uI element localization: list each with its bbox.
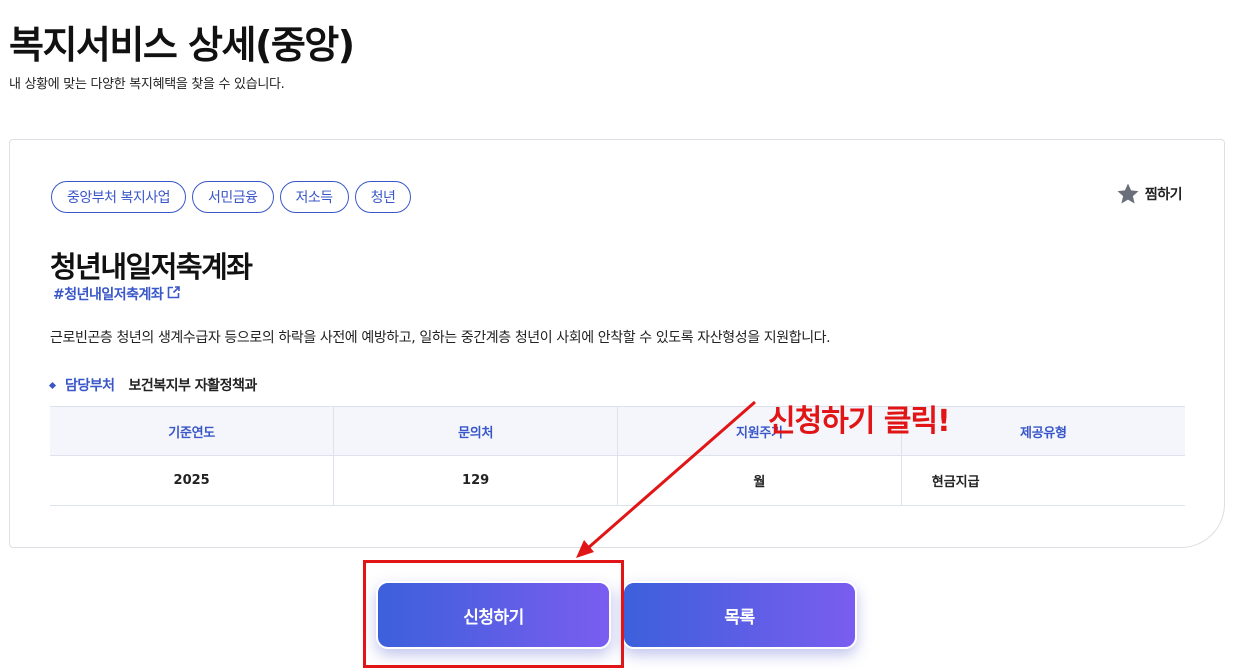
tag-youth[interactable]: 청년 <box>354 181 412 213</box>
service-title: 청년내일저축계좌 <box>50 250 253 284</box>
service-hashtag-link[interactable]: #청년내일저축계좌 <box>53 284 181 304</box>
tag-list: 중앙부처 복지사업 서민금융 저소득 청년 <box>51 181 412 213</box>
cell-base-year: 2025 <box>50 455 334 506</box>
external-link-icon <box>167 285 181 303</box>
page-title: 복지서비스 상세(중앙) <box>9 23 355 67</box>
annotation-text: 신청하기 클릭! <box>768 404 951 439</box>
tag-microfinance[interactable]: 서민금융 <box>192 181 274 213</box>
list-button[interactable]: 목록 <box>622 581 857 649</box>
star-icon <box>1116 182 1140 206</box>
table-header-row: 기준연도 문의처 지원주기 제공유형 <box>50 406 1185 456</box>
table-row: 2025 129 월 현금지급 <box>50 455 1185 506</box>
tag-low-income[interactable]: 저소득 <box>279 181 349 213</box>
annotation-highlight-box <box>363 560 624 668</box>
diamond-bullet-icon <box>48 381 57 389</box>
header-contact: 문의처 <box>333 406 618 456</box>
department-value: 보건복지부 자활정책과 <box>128 378 258 394</box>
service-detail-card: 중앙부처 복지사업 서민금융 저소득 청년 찜하기 청년내일저축계좌 #청년내일… <box>9 139 1225 548</box>
page-subtitle: 내 상황에 맞는 다양한 복지혜택을 찾을 수 있습니다. <box>9 77 285 92</box>
service-info-table: 기준연도 문의처 지원주기 제공유형 2025 129 월 현금지급 <box>50 406 1185 506</box>
department-row: 담당부처 보건복지부 자활정책과 <box>48 375 258 395</box>
tag-central-welfare[interactable]: 중앙부처 복지사업 <box>51 181 186 213</box>
department-label: 담당부처 <box>65 378 115 394</box>
hashtag-text: #청년내일저축계좌 <box>53 287 164 303</box>
favorite-button[interactable]: 찜하기 <box>1116 182 1183 206</box>
cell-support-cycle: 월 <box>617 455 902 506</box>
favorite-label: 찜하기 <box>1144 187 1183 203</box>
header-base-year: 기준연도 <box>50 406 334 456</box>
cell-provision-type: 현금지급 <box>900 455 1185 506</box>
service-description: 근로빈곤층 청년의 생계수급자 등으로의 하락을 사전에 예방하고, 일하는 중… <box>50 330 831 346</box>
cell-contact: 129 <box>333 455 618 506</box>
